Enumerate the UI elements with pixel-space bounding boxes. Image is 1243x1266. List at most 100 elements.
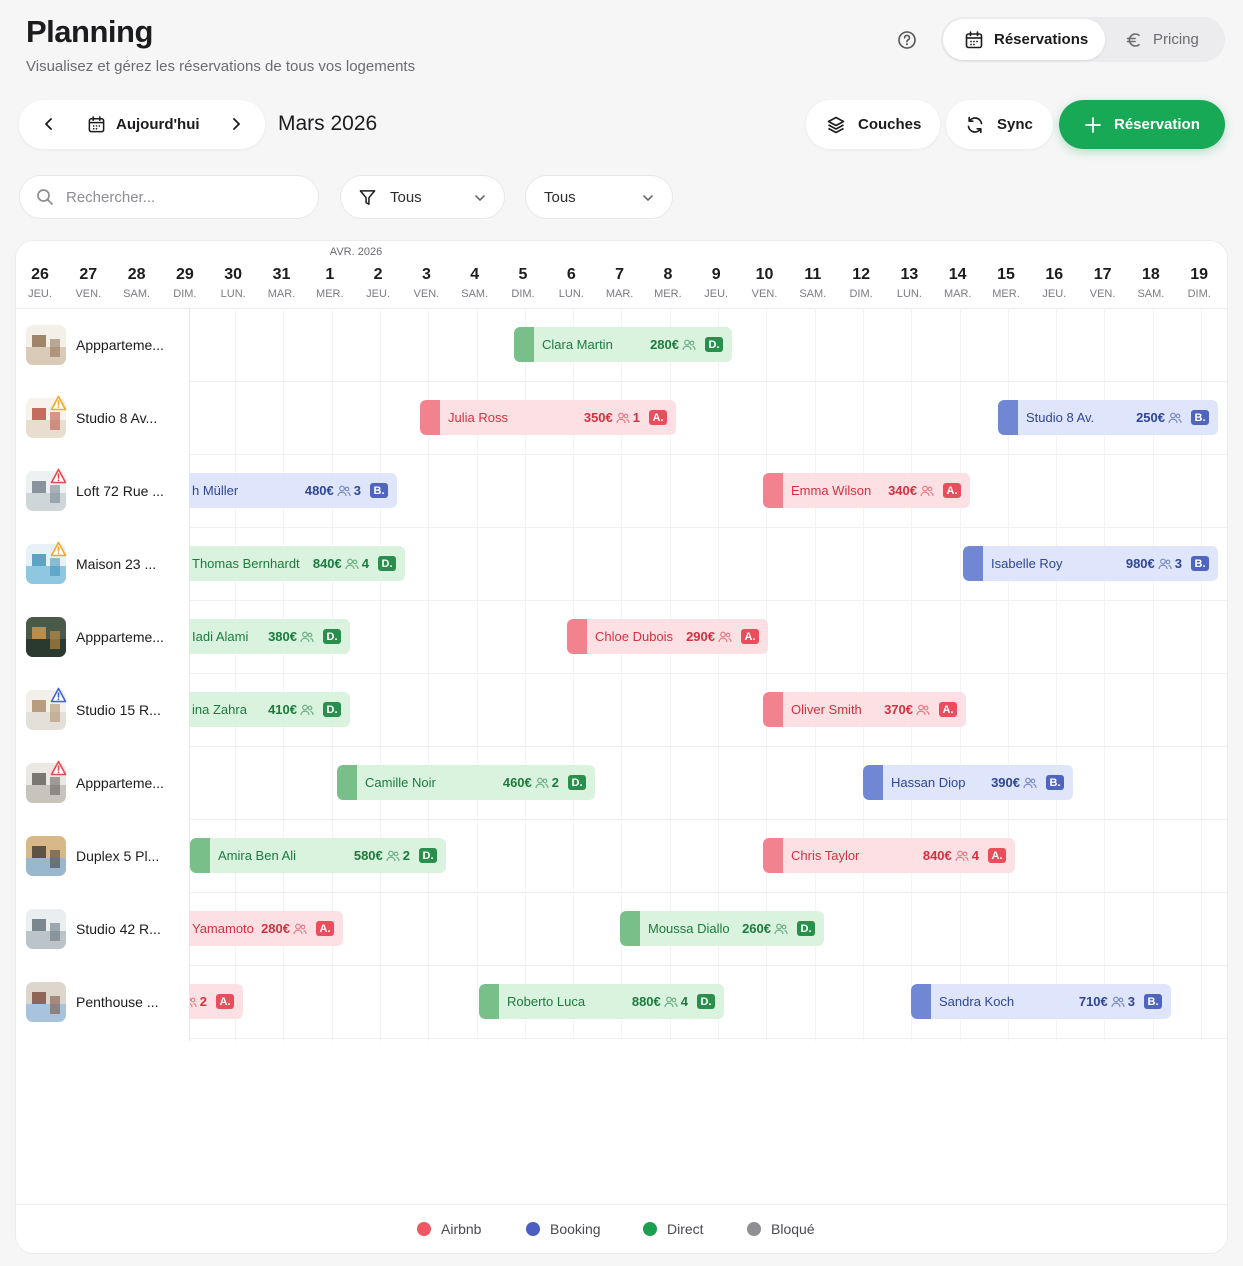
- weekday-label: JEU.: [366, 288, 391, 300]
- tab-pricing[interactable]: Pricing: [1125, 19, 1225, 60]
- grid-column-line: [911, 308, 913, 1041]
- legend-label: Booking: [550, 1221, 601, 1237]
- chevron-down-icon: [643, 195, 653, 201]
- property-row[interactable]: Studio 8 Av...: [16, 381, 190, 454]
- day-column-header: 16 JEU.: [1030, 266, 1078, 300]
- weekday-label: VEN.: [75, 288, 102, 300]
- channel-filter-value: Tous: [390, 188, 422, 206]
- guests-icon: [955, 850, 969, 861]
- channel-badge: B.: [1046, 775, 1064, 790]
- price: 340€: [888, 483, 917, 498]
- legend-divider: [16, 1204, 1227, 1205]
- weekday-label: LUN.: [896, 288, 922, 300]
- reservation-meta: 380€ D.: [268, 629, 341, 644]
- grid-column-line: [379, 308, 381, 1041]
- guest-name: Roberto Luca: [507, 994, 586, 1009]
- new-reservation-button[interactable]: Réservation: [1059, 100, 1225, 149]
- property-row[interactable]: Penthouse ...: [16, 965, 190, 1038]
- info-warning-icon[interactable]: [50, 687, 67, 704]
- booking-dot: [526, 1222, 540, 1236]
- guests-icon: [1111, 996, 1125, 1007]
- reservation-meta: 250€ B.: [1136, 410, 1209, 425]
- reservation-bar[interactable]: Emma Wilson 340€ A.: [763, 473, 970, 508]
- reservation-bar[interactable]: h Müller 480€ 3 B.: [190, 473, 397, 508]
- reservation-bar[interactable]: Yamamoto 280€ A.: [190, 911, 343, 946]
- day-column-header: 13 LUN.: [885, 266, 933, 300]
- price: 390€: [991, 775, 1020, 790]
- day-number: 15: [997, 266, 1015, 283]
- tab-reservations[interactable]: Réservations: [943, 19, 1105, 60]
- reservation-bar[interactable]: Chris Taylor 840€ 4 A.: [763, 838, 1015, 873]
- channel-edge: [911, 984, 931, 1019]
- reservation-bar[interactable]: Chloe Dubois 290€ A.: [567, 619, 768, 654]
- reservation-bar[interactable]: Oliver Smith 370€ A.: [763, 692, 966, 727]
- legend-airbnb: Airbnb: [417, 1221, 481, 1237]
- today-button[interactable]: Aujourd'hui: [87, 112, 200, 136]
- reservation-bar[interactable]: Amira Ben Ali 580€ 2 D.: [190, 838, 446, 873]
- price: 280€: [650, 337, 679, 352]
- day-column-header: 27 VEN.: [64, 266, 112, 300]
- property-row[interactable]: Loft 72 Rue ...: [16, 454, 190, 527]
- status-filter[interactable]: Tous: [525, 175, 673, 219]
- channel-badge: B.: [370, 483, 388, 498]
- sync-button[interactable]: Sync: [946, 100, 1053, 149]
- reservation-bar[interactable]: Hassan Diop 390€ B.: [863, 765, 1073, 800]
- reservation-meta: 350€ 1 A.: [584, 410, 667, 425]
- reservation-bar[interactable]: Sandra Koch 710€ 3 B.: [911, 984, 1171, 1019]
- reservation-bar[interactable]: ina Zahra 410€ D.: [190, 692, 350, 727]
- property-row[interactable]: Duplex 5 Pl...: [16, 819, 190, 892]
- reservation-bar[interactable]: Moussa Diallo 260€ D.: [620, 911, 824, 946]
- grid-row-line: [190, 527, 1227, 528]
- channel-badge: B.: [1144, 994, 1162, 1009]
- guests-icon: [337, 485, 351, 496]
- previous-button[interactable]: [37, 112, 61, 136]
- reservation-bar[interactable]: Julia Ross 350€ 1 A.: [420, 400, 676, 435]
- warning-icon[interactable]: [50, 395, 67, 412]
- day-number: 3: [421, 266, 431, 283]
- property-row[interactable]: Appparteme...: [16, 308, 190, 381]
- reservation-bar[interactable]: Roberto Luca 880€ 4 D.: [479, 984, 724, 1019]
- search-input[interactable]: [66, 188, 286, 206]
- reservation-bar[interactable]: Studio 8 Av. 250€ B.: [998, 400, 1218, 435]
- reservation-bar[interactable]: Iadi Alami 380€ D.: [190, 619, 350, 654]
- guest-name: Yamamoto: [192, 921, 254, 936]
- weekday-label: DIM.: [1187, 288, 1211, 300]
- next-button[interactable]: [224, 112, 248, 136]
- property-row[interactable]: Studio 42 R...: [16, 892, 190, 965]
- guest-count: 1: [632, 410, 640, 425]
- calendar-icon: [965, 30, 983, 48]
- alert-icon[interactable]: [50, 468, 67, 485]
- reservation-bar[interactable]: 2 A.: [190, 984, 243, 1019]
- guests-icon: [386, 850, 400, 861]
- grid-row-line: [190, 965, 1227, 966]
- channel-filter[interactable]: Tous: [340, 175, 505, 219]
- reservation-bar[interactable]: Camille Noir 460€ 2 D.: [337, 765, 595, 800]
- guest-count: 2: [402, 848, 410, 863]
- help-button[interactable]: [895, 28, 919, 52]
- reservation-bar[interactable]: Thomas Bernhardt 840€ 4 D.: [190, 546, 405, 581]
- property-name: Appparteme...: [76, 775, 164, 791]
- property-row[interactable]: Appparteme...: [16, 600, 190, 673]
- warning-icon[interactable]: [50, 541, 67, 558]
- day-number: 8: [663, 266, 673, 283]
- property-row[interactable]: Appparteme...: [16, 746, 190, 819]
- layers-button[interactable]: Couches: [806, 100, 940, 149]
- guest-name: Studio 8 Av.: [1026, 410, 1095, 425]
- channel-edge: [620, 911, 640, 946]
- channel-badge: A.: [216, 994, 234, 1009]
- channel-edge: [863, 765, 883, 800]
- reservation-meta: 390€ B.: [991, 775, 1064, 790]
- property-row[interactable]: Maison 23 ...: [16, 527, 190, 600]
- day-number: 31: [272, 266, 291, 283]
- property-row[interactable]: Studio 15 R...: [16, 673, 190, 746]
- reservation-bar[interactable]: Isabelle Roy 980€ 3 B.: [963, 546, 1218, 581]
- guest-count: 3: [1174, 556, 1182, 571]
- legend-blocked: Bloqué: [747, 1221, 815, 1237]
- alert-icon[interactable]: [50, 760, 67, 777]
- day-number: 7: [615, 266, 625, 283]
- price: 840€: [922, 848, 952, 863]
- day-column-header: 2 JEU.: [354, 266, 402, 300]
- reservation-bar[interactable]: Clara Martin 280€ D.: [514, 327, 732, 362]
- weekday-label: VEN.: [413, 288, 440, 300]
- reservation-meta: 710€ 3 B.: [1079, 994, 1162, 1009]
